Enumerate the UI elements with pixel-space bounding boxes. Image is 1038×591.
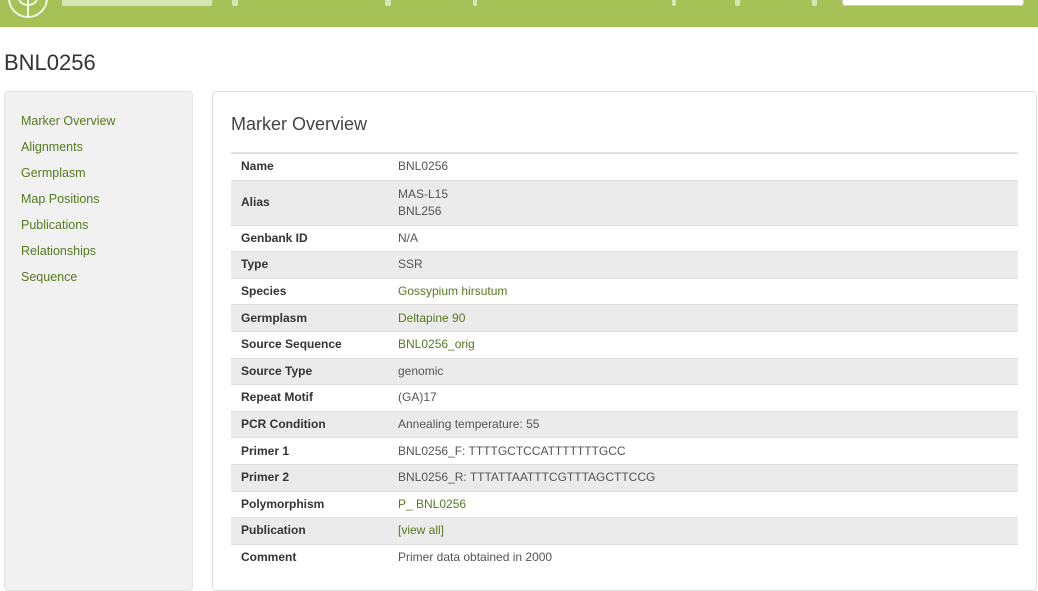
nav-item-fragment[interactable] bbox=[735, 0, 740, 6]
nav-item-fragment[interactable] bbox=[812, 0, 817, 6]
table-row-primer-2: Primer 2 BNL0256_R: TTTATTAATTTCGTTTAGCT… bbox=[231, 463, 1018, 492]
sidebar-item-sequence[interactable]: Sequence bbox=[21, 270, 115, 296]
sidebar-item-alignments[interactable]: Alignments bbox=[21, 140, 115, 166]
nav-item-fragment[interactable] bbox=[232, 0, 238, 6]
row-label: Type bbox=[231, 251, 388, 279]
panel-title: Marker Overview bbox=[231, 114, 368, 134]
alias-line: BNL256 bbox=[398, 203, 442, 218]
site-name-fragment[interactable] bbox=[62, 0, 212, 6]
row-label: Primer 2 bbox=[231, 463, 388, 492]
table-row-source-sequence: Source Sequence BNL0256_orig bbox=[231, 330, 1018, 359]
alias-line: MAS-L15 bbox=[398, 186, 449, 201]
row-label: Primer 1 bbox=[231, 437, 388, 465]
nav-item-fragment[interactable] bbox=[672, 0, 676, 6]
header-search-input[interactable] bbox=[842, 0, 1024, 6]
row-label: Germplasm bbox=[231, 304, 388, 332]
table-row-alias: Alias MAS-L15 BNL256 bbox=[231, 179, 1018, 226]
table-row-pcr-condition: PCR Condition Annealing temperature: 55 bbox=[231, 410, 1018, 438]
row-label: Genbank ID bbox=[231, 224, 388, 252]
table-row-source-type: Source Type genomic bbox=[231, 357, 1018, 385]
row-value: Annealing temperature: 55 bbox=[388, 410, 1018, 438]
table-row-comment: Comment Primer data obtained in 2000 bbox=[231, 543, 1018, 571]
table-row-primer-1: Primer 1 BNL0256_F: TTTTGCTCCATTTTTTTGCC bbox=[231, 437, 1018, 465]
row-value: BNL0256_F: TTTTGCTCCATTTTTTTGCC bbox=[388, 437, 1018, 465]
row-label: Source Type bbox=[231, 357, 388, 385]
nav-item-fragment[interactable] bbox=[473, 0, 477, 6]
row-value: [view all] bbox=[388, 517, 1018, 545]
row-value: SSR bbox=[388, 251, 1018, 279]
row-value: genomic bbox=[388, 357, 1018, 385]
row-value: (GA)17 bbox=[388, 384, 1018, 412]
row-value: MAS-L15 BNL256 bbox=[388, 179, 1018, 226]
sidebar: Marker Overview Alignments Germplasm Map… bbox=[4, 91, 193, 591]
table-row-repeat-motif: Repeat Motif (GA)17 bbox=[231, 384, 1018, 412]
sidebar-item-map-positions[interactable]: Map Positions bbox=[21, 192, 115, 218]
table-row-name: Name BNL0256 bbox=[231, 153, 1018, 181]
row-value: Deltapine 90 bbox=[388, 304, 1018, 332]
page-title: BNL0256 bbox=[4, 50, 96, 75]
table-row-germplasm: Germplasm Deltapine 90 bbox=[231, 304, 1018, 332]
sidebar-item-marker-overview[interactable]: Marker Overview bbox=[21, 114, 115, 140]
germplasm-link[interactable]: Deltapine 90 bbox=[398, 311, 465, 325]
row-label: Species bbox=[231, 277, 388, 305]
marker-detail-table: Name BNL0256 Alias MAS-L15 BNL256 Genban… bbox=[231, 153, 1018, 571]
row-label: Polymorphism bbox=[231, 490, 388, 518]
view-all-publications-link[interactable]: [view all] bbox=[398, 523, 444, 537]
row-label: Name bbox=[231, 153, 388, 181]
top-navbar bbox=[0, 0, 1038, 27]
globe-logo-icon[interactable] bbox=[8, 0, 48, 18]
row-label: Alias bbox=[231, 179, 388, 226]
nav-item-fragment[interactable] bbox=[385, 0, 391, 6]
row-value: BNL0256_R: TTTATTAATTTCGTTTAGCTTCCG bbox=[388, 463, 1018, 492]
row-value: BNL0256_orig bbox=[388, 330, 1018, 359]
marker-overview-panel: Marker Overview Name BNL0256 Alias MAS-L… bbox=[212, 91, 1037, 591]
table-row-genbank-id: Genbank ID N/A bbox=[231, 224, 1018, 252]
polymorphism-link[interactable]: P_ BNL0256 bbox=[398, 497, 466, 511]
sidebar-item-relationships[interactable]: Relationships bbox=[21, 244, 115, 270]
sidebar-menu: Marker Overview Alignments Germplasm Map… bbox=[21, 114, 115, 296]
row-value: Primer data obtained in 2000 bbox=[388, 543, 1018, 571]
row-label: Publication bbox=[231, 517, 388, 545]
source-sequence-link[interactable]: BNL0256_orig bbox=[398, 337, 475, 351]
table-row-species: Species Gossypium hirsutum bbox=[231, 277, 1018, 305]
table-row-polymorphism: Polymorphism P_ BNL0256 bbox=[231, 490, 1018, 518]
row-label: Source Sequence bbox=[231, 330, 388, 359]
sidebar-item-germplasm[interactable]: Germplasm bbox=[21, 166, 115, 192]
row-label: Comment bbox=[231, 543, 388, 571]
table-row-publication: Publication [view all] bbox=[231, 517, 1018, 545]
table-row-type: Type SSR bbox=[231, 251, 1018, 279]
row-value: N/A bbox=[388, 224, 1018, 252]
row-value: Gossypium hirsutum bbox=[388, 277, 1018, 305]
species-link[interactable]: Gossypium hirsutum bbox=[398, 284, 507, 298]
sidebar-item-publications[interactable]: Publications bbox=[21, 218, 115, 244]
row-value: BNL0256 bbox=[388, 153, 1018, 181]
row-label: PCR Condition bbox=[231, 410, 388, 438]
row-label: Repeat Motif bbox=[231, 384, 388, 412]
row-value: P_ BNL0256 bbox=[388, 490, 1018, 518]
